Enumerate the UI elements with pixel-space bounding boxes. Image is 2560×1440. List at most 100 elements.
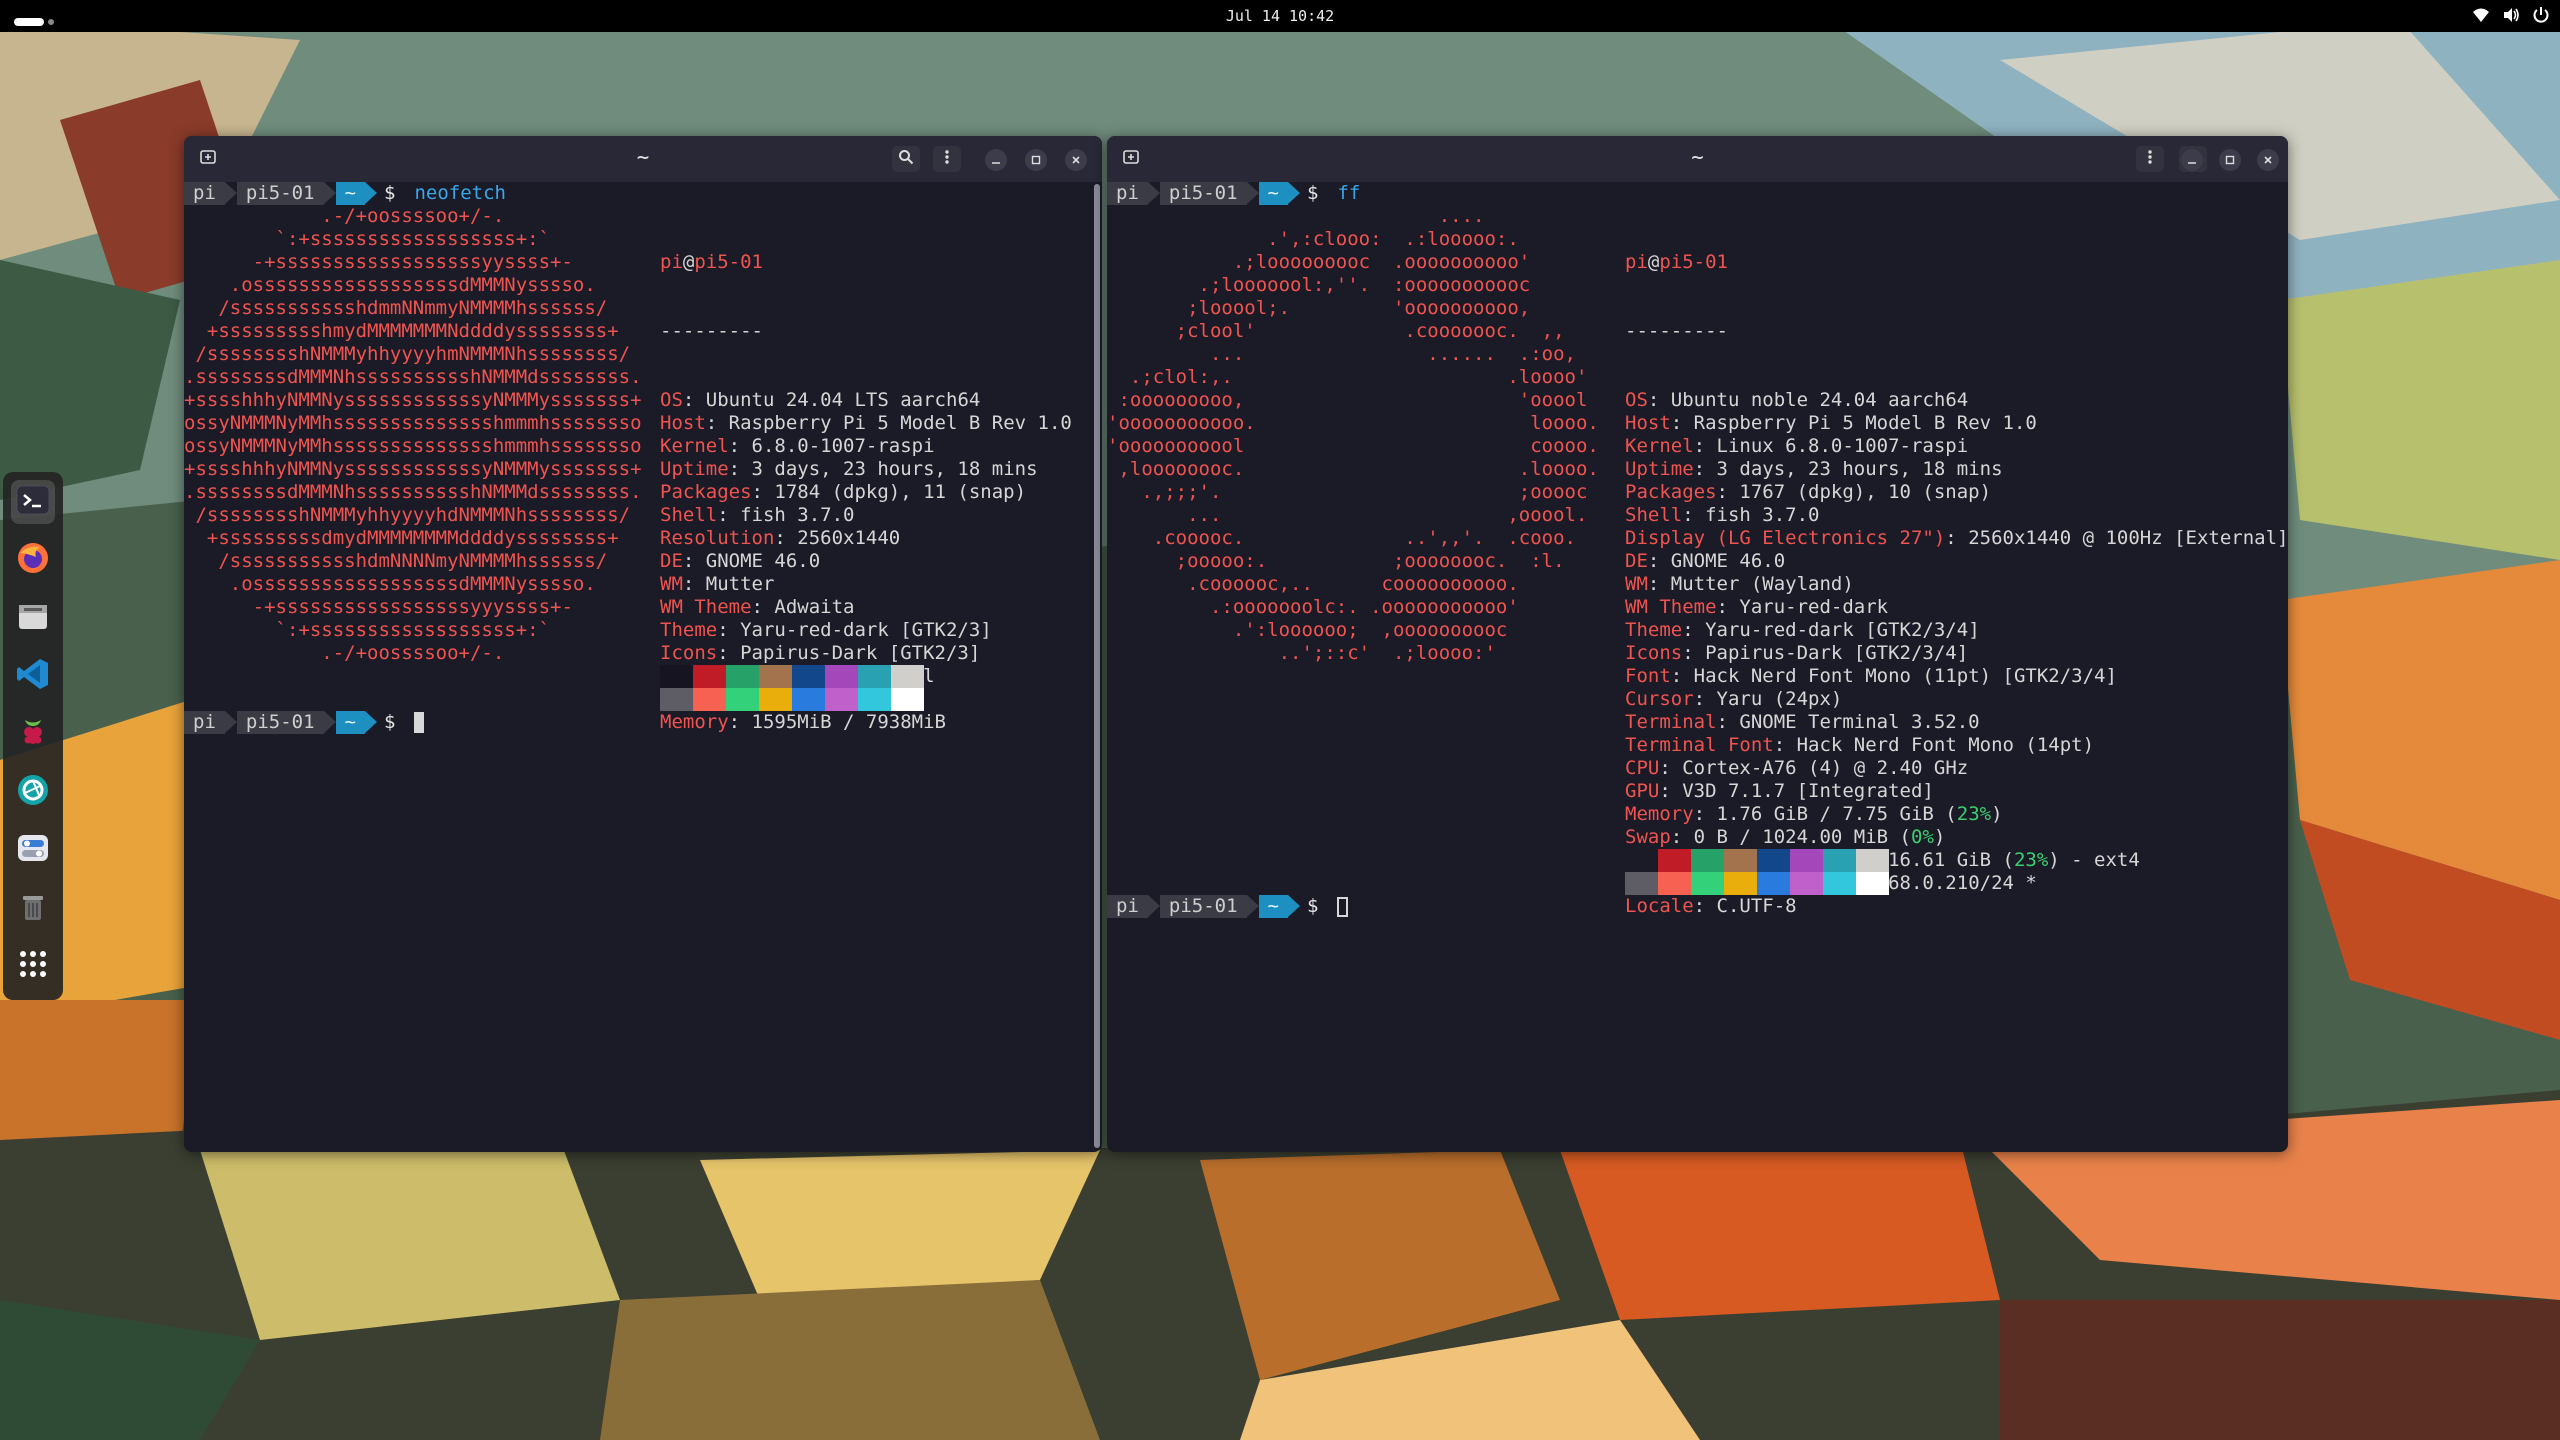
menu-button[interactable]	[2136, 146, 2164, 172]
system-info: pi@pi5-01 --------- OS: Ubuntu noble 24.…	[1625, 205, 2288, 918]
separator: ---------	[1625, 320, 1728, 342]
maximize-button[interactable]	[2219, 149, 2241, 171]
ascii-line: .:ooooooolc:. .ooooooooooo'	[1107, 596, 1519, 618]
info-row: Shell: fish 3.7.0	[1625, 504, 1820, 526]
ascii-line: .',:clooo: .:looooo:.	[1107, 228, 1519, 250]
user-host: pi@pi5-01	[660, 251, 763, 273]
search-button[interactable]	[892, 146, 920, 172]
system-tray[interactable]	[2472, 6, 2550, 24]
shell-prompt: pi pi5-01 ~ $ neofetch	[184, 182, 506, 205]
info-value-tail: )	[1991, 803, 2003, 825]
palette-swatch	[1823, 872, 1856, 895]
palette-swatch	[825, 688, 858, 711]
info-key: Theme	[660, 619, 718, 641]
dock-files-button[interactable]	[11, 596, 55, 640]
dock-aperture-button[interactable]	[11, 770, 55, 814]
ascii-line: +sssshhhyNMMNyssssssssssssyNMMMysssssss+	[184, 389, 642, 411]
prompt-dir: ~	[1258, 895, 1301, 918]
ascii-line: .;looooooooc .oooooooooo'	[1107, 251, 1531, 273]
prompt-dir: ~	[1258, 182, 1301, 205]
dock-settings-button[interactable]	[11, 828, 55, 872]
palette-swatch	[858, 665, 891, 688]
terminal-window-left[interactable]: ~ pi pi5-01 ~ $ neofetch .-/+oossssoo+/-.	[184, 136, 1102, 1152]
info-row: Terminal: GNOME Terminal 3.52.0	[1625, 711, 1980, 733]
info-value: GNOME 46.0	[1670, 550, 1786, 572]
info-key: Shell	[660, 504, 718, 526]
ascii-line: .,;;;'. ;ooooc	[1107, 481, 1588, 503]
info-key: Icons	[1625, 642, 1683, 664]
prompt-dir: ~	[335, 182, 378, 205]
info-key: Shell	[1625, 504, 1683, 526]
dock-firefox-button[interactable]	[11, 538, 55, 582]
prompt-symbol: $	[1306, 182, 1319, 204]
minimize-button[interactable]	[985, 149, 1007, 171]
maximize-button[interactable]	[1025, 149, 1047, 171]
info-key: Terminal Font	[1625, 734, 1774, 756]
terminal-icon	[16, 483, 50, 521]
info-value: Mutter (Wayland)	[1670, 573, 1854, 595]
ascii-line: .coooooc,.. coooooooooo.	[1107, 573, 1519, 595]
dock-vscode-button[interactable]	[11, 654, 55, 698]
dock-trash-button[interactable]	[11, 886, 55, 930]
info-value: Adwaita	[774, 596, 855, 618]
scrollbar[interactable]	[1094, 184, 1100, 1148]
titlebar[interactable]: ~	[184, 136, 1102, 182]
info-value: Papirus-Dark [GTK2/3/4]	[1705, 642, 1969, 664]
info-key: Swap	[1625, 826, 1671, 848]
minimize-icon	[2186, 151, 2198, 170]
minimize-button[interactable]	[2181, 149, 2203, 171]
info-row: CPU: Cortex-A76 (4) @ 2.40 GHz	[1625, 757, 1969, 779]
files-icon	[16, 599, 50, 637]
prompt-symbol: $	[1306, 895, 1319, 917]
palette-swatch	[1625, 872, 1658, 895]
prompt-user: pi	[184, 182, 237, 205]
prompt-user: pi	[1107, 182, 1160, 205]
terminal-content[interactable]: pi pi5-01 ~ $ neofetch .-/+oossssoo+/-. `:+s…	[184, 182, 1102, 1152]
dock-show-apps-button[interactable]	[11, 944, 55, 988]
dock-raspberry-button[interactable]	[11, 712, 55, 756]
info-value: Papirus-Dark [GTK2/3]	[740, 642, 981, 664]
info-key: Resolution	[660, 527, 775, 549]
ascii-line: .;clol:,. .loooo'	[1107, 366, 1588, 388]
ascii-line: 'ooooooooool coooo.	[1107, 435, 1599, 457]
ascii-line: :ooooooooo, 'ooool	[1107, 389, 1588, 411]
ascii-line: .;looooool:,''. :ooooooooooc	[1107, 274, 1531, 296]
minimize-icon	[990, 151, 1002, 170]
ascii-line: `:+ssssssssssssssssss+:`	[184, 619, 551, 641]
info-value: 0 B / 1024.00 MiB (	[1693, 826, 1911, 848]
terminal-window-right[interactable]: ~ pi pi5-01 ~ $ ff .... .',:clooo: .:loo…	[1107, 136, 2288, 1152]
info-key: Packages	[660, 481, 752, 503]
close-icon	[2262, 151, 2274, 170]
info-key: Icons	[660, 642, 718, 664]
info-key: Kernel	[1625, 435, 1694, 457]
menu-button[interactable]	[933, 146, 961, 172]
ascii-line: .ossssssssssssssssssdMMMNysssso.	[184, 274, 596, 296]
close-button[interactable]	[1065, 149, 1087, 171]
text-cursor	[414, 712, 425, 733]
info-row: WM Theme: Yaru-red-dark	[1625, 596, 1889, 618]
wifi-icon	[2472, 6, 2490, 24]
info-value: Ubuntu 24.04 LTS aarch64	[705, 389, 981, 411]
info-key: Uptime	[660, 458, 729, 480]
clock[interactable]: Jul 14 10:42	[0, 7, 2560, 25]
titlebar[interactable]: ~	[1107, 136, 2288, 182]
kebab-menu-icon	[2142, 149, 2158, 169]
info-row: GPU: V3D 7.1.7 [Integrated]	[1625, 780, 1934, 802]
close-icon	[1070, 151, 1082, 170]
command-text: ff	[1337, 182, 1361, 204]
close-button[interactable]	[2257, 149, 2279, 171]
user-host: pi@pi5-01	[1625, 251, 1728, 273]
palette-swatch	[792, 688, 825, 711]
info-value: 3 days, 23 hours, 18 mins	[1716, 458, 2003, 480]
info-value: 1767 (dpkg), 10 (snap)	[1739, 481, 1992, 503]
info-key: WM Theme	[1625, 596, 1717, 618]
info-row: Shell: fish 3.7.0	[660, 504, 855, 526]
prompt-symbol: $	[383, 182, 396, 204]
info-value: GNOME 46.0	[705, 550, 821, 572]
info-value: Raspberry Pi 5 Model B Rev 1.0	[1693, 412, 2037, 434]
terminal-content[interactable]: pi pi5-01 ~ $ ff .... .',:clooo: .:looooo:. …	[1107, 182, 2288, 1152]
dock-terminal-button[interactable]	[11, 480, 55, 524]
palette-swatch	[1757, 849, 1790, 872]
info-value: Yaru (24px)	[1716, 688, 1843, 710]
ascii-line: -+ssssssssssssssssssyyssss+-	[184, 251, 573, 273]
